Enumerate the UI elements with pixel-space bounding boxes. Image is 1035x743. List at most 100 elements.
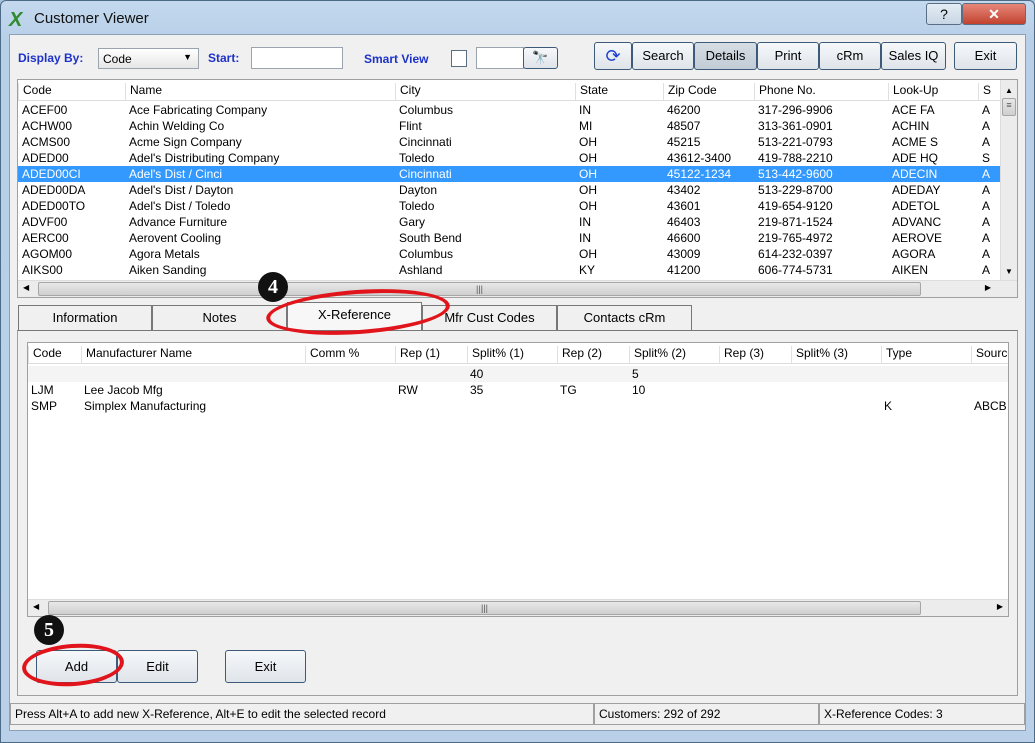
column-header[interactable]: Phone No. (754, 83, 816, 101)
table-cell: 43402 (667, 183, 701, 197)
column-header[interactable]: Comm % (305, 346, 359, 364)
table-cell: MI (579, 119, 593, 133)
table-cell: 219-871-1524 (758, 215, 833, 229)
column-header[interactable]: Rep (3) (719, 346, 764, 364)
table-cell: RW (398, 383, 418, 397)
details-button[interactable]: Details (694, 42, 757, 70)
column-header[interactable]: Look-Up (888, 83, 938, 101)
column-header[interactable]: Manufacturer Name (81, 346, 192, 364)
status-xref-count: X-Reference Codes: 3 (819, 703, 1025, 725)
scroll-up-icon[interactable]: ▲ (1001, 86, 1017, 95)
column-header[interactable]: Zip Code (663, 83, 717, 101)
table-row[interactable]: LJM Lee Jacob Mfg RW 35 TG 10 (28, 382, 1008, 398)
table-cell: OH (579, 247, 597, 261)
table-cell: Columbus (399, 247, 454, 261)
table-cell: 606-774-5731 (758, 263, 833, 277)
table-row[interactable]: ACHW00 Achin Welding Co Flint MI 48507 313-36… (18, 118, 1017, 134)
help-button[interactable]: ? (926, 3, 962, 25)
horizontal-scrollbar[interactable]: ◀ ||| ▶ (18, 280, 1017, 297)
column-header[interactable]: State (575, 83, 608, 101)
display-by-select[interactable]: Code ▼ (98, 48, 199, 69)
table-row[interactable]: ACEF00 Ace Fabricating Company Columbus IN 4… (18, 102, 1017, 118)
table-cell: 513-221-0793 (758, 135, 833, 149)
xref-horizontal-scrollbar[interactable]: ◀ ||| ▶ (28, 599, 1008, 616)
exit-button[interactable]: Exit (954, 42, 1017, 70)
tab-information[interactable]: Information (18, 305, 152, 331)
table-row[interactable]: ADED00TO Adel's Dist / Toledo Toledo OH 4360… (18, 198, 1017, 214)
column-header[interactable]: Code (18, 83, 52, 101)
column-header[interactable]: Name (125, 83, 162, 101)
table-cell: ADED00CI (22, 167, 81, 181)
column-header[interactable]: Code (28, 346, 62, 364)
start-input[interactable] (251, 47, 343, 69)
edit-button[interactable]: Edit (117, 650, 198, 683)
xref-exit-button[interactable]: Exit (225, 650, 306, 683)
column-header[interactable]: Split% (3) (791, 346, 848, 364)
table-row[interactable]: AGOM00 Agora Metals Columbus OH 43009 614-232… (18, 246, 1017, 262)
table-cell: Simplex Manufacturing (84, 399, 207, 413)
close-button[interactable]: ✕ (962, 3, 1026, 25)
scroll-right-icon[interactable]: ▶ (985, 283, 991, 292)
sales-iq-button[interactable]: Sales IQ (881, 42, 946, 70)
step-5-badge: 5 (34, 615, 64, 645)
table-cell: A (982, 247, 991, 261)
crm-button[interactable]: cRm (819, 42, 881, 70)
column-header[interactable]: Rep (2) (557, 346, 602, 364)
table-cell: 46200 (667, 103, 701, 117)
table-cell: ABCB (974, 399, 1007, 413)
table-row[interactable]: ADED00DA Adel's Dist / Dayton Dayton OH 4340… (18, 182, 1017, 198)
scroll-left-icon[interactable]: ◀ (23, 283, 29, 292)
column-header[interactable]: Split% (1) (467, 346, 524, 364)
table-row[interactable]: AERC00 Aerovent Cooling South Bend IN 46600 2… (18, 230, 1017, 246)
refresh-button[interactable]: ⟳ (594, 42, 632, 70)
scroll-thumb[interactable]: ||| (48, 601, 921, 615)
scroll-thumb[interactable]: ≡ (1002, 98, 1016, 116)
scroll-thumb[interactable]: ||| (38, 282, 921, 296)
scroll-right-icon[interactable]: ▶ (997, 602, 1003, 611)
table-row[interactable]: AIKS00 Aiken Sanding Ashland KY 41200 606-774… (18, 262, 1017, 278)
display-by-label: Display By: (18, 51, 84, 65)
xref-grid[interactable]: Code Manufacturer Name Comm % Rep (1) Split%… (27, 342, 1009, 617)
column-header[interactable]: Source (971, 346, 1008, 364)
table-cell: Achin Welding Co (129, 119, 225, 133)
column-header[interactable]: Rep (1) (395, 346, 440, 364)
table-row[interactable]: ADVF00 Advance Furniture Gary IN 46403 219-87… (18, 214, 1017, 230)
chevron-down-icon: ▼ (183, 52, 192, 62)
table-cell: AGOM00 (22, 247, 73, 261)
table-cell: 46403 (667, 215, 701, 229)
column-header[interactable]: Split% (2) (629, 346, 686, 364)
table-cell: Ashland (399, 263, 443, 277)
table-cell: AIKEN (892, 263, 929, 277)
table-row[interactable]: ACMS00 Acme Sign Company Cincinnati OH 45215… (18, 134, 1017, 150)
smart-view-input[interactable] (476, 47, 524, 69)
table-cell: OH (579, 135, 597, 149)
search-button[interactable]: Search (632, 42, 694, 70)
table-cell: SMP (31, 399, 58, 413)
customer-grid[interactable]: Code Name City State Zip Code Phone No. Look-U… (17, 79, 1018, 298)
smart-view-checkbox[interactable] (451, 50, 467, 67)
column-header[interactable]: Type (881, 346, 912, 364)
tab-contacts-crm[interactable]: Contacts cRm (557, 305, 692, 331)
binoculars-icon[interactable]: 🔭 (523, 47, 558, 69)
table-row[interactable]: ADED00 Adel's Distributing Company Toledo O… (18, 150, 1017, 166)
vertical-scrollbar[interactable]: ▲ ≡ ▼ (1000, 80, 1017, 280)
table-cell: Flint (399, 119, 422, 133)
table-cell: 614-232-0397 (758, 247, 833, 261)
table-row[interactable]: ADED00CI Adel's Dist / Cinci Cincinnati OH 4… (18, 166, 1017, 182)
scroll-down-icon[interactable]: ▼ (1001, 267, 1017, 276)
scroll-left-icon[interactable]: ◀ (33, 602, 39, 611)
table-cell: 35 (470, 383, 484, 397)
table-cell: ADED00 (22, 151, 69, 165)
table-cell: OH (579, 183, 597, 197)
column-header[interactable]: S (978, 83, 991, 101)
table-cell: AGORA (892, 247, 936, 261)
table-cell: Lee Jacob Mfg (84, 383, 163, 397)
table-row[interactable]: 40 5 (28, 366, 1008, 382)
table-row[interactable]: SMP Simplex Manufacturing K ABCB (28, 398, 1008, 414)
table-cell: A (982, 183, 991, 197)
table-cell: TG (560, 383, 577, 397)
table-cell: Cincinnati (399, 135, 452, 149)
print-button[interactable]: Print (757, 42, 819, 70)
column-header[interactable]: City (395, 83, 421, 101)
table-cell: Gary (399, 215, 426, 229)
